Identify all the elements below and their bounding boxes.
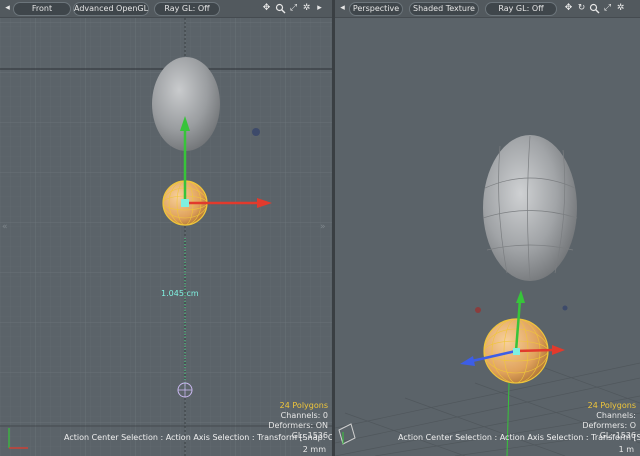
zoom-icon[interactable]: [275, 2, 286, 15]
perspective-viewport-toolbar: ◂ Perspective Shaded Texture Ray GL: Off…: [335, 0, 640, 18]
status-text: Action Center Selection : Action Axis Se…: [64, 433, 332, 442]
right-edge-arrow-icon: »: [320, 222, 326, 232]
left-edge-arrow-icon: «: [2, 222, 8, 232]
shading-mode-button[interactable]: Advanced OpenGL: [73, 2, 149, 16]
front-viewport[interactable]: ◂ Front Advanced OpenGL Ray GL: Off ✥ ⤢ …: [0, 0, 332, 456]
gear-icon[interactable]: ✲: [615, 2, 626, 15]
gear-icon[interactable]: ✲: [301, 2, 312, 15]
play-right-icon[interactable]: ▸: [314, 2, 325, 15]
front-grid: [0, 18, 332, 456]
distance-measure-label: 1.045 cm: [161, 289, 199, 298]
grid-scale-label: 1 m: [618, 445, 634, 454]
perspective-viewport[interactable]: ◂ Perspective Shaded Texture Ray GL: Off…: [335, 0, 640, 456]
grid-scale-label: 2 mm: [302, 445, 326, 454]
view-type-button[interactable]: Perspective: [349, 2, 403, 16]
menu-arrow-icon[interactable]: ◂: [2, 2, 13, 15]
egg-mesh-perspective[interactable]: [482, 135, 578, 281]
rotate-icon[interactable]: ↻: [576, 2, 587, 15]
axis-orientation-widget: [338, 423, 356, 445]
ray-gl-button[interactable]: Ray GL: Off: [485, 2, 557, 16]
fit-icon[interactable]: ⤢: [602, 2, 613, 15]
ray-gl-button[interactable]: Ray GL: Off: [154, 2, 220, 16]
status-text: Action Center Selection : Action Axis Se…: [398, 433, 640, 442]
pan-icon[interactable]: ✥: [261, 2, 272, 15]
zoom-icon[interactable]: [589, 2, 600, 15]
channels-count: Channels: 0: [280, 411, 328, 420]
view-type-button[interactable]: Front: [13, 2, 71, 16]
channels-count: Channels:: [596, 411, 636, 420]
deformers-status: Deformers: O: [582, 421, 636, 430]
polygon-count: 24 Polygons: [279, 401, 328, 410]
perspective-grid: [335, 135, 640, 456]
shading-mode-button[interactable]: Shaded Texture: [409, 2, 479, 16]
fit-icon[interactable]: ⤢: [288, 2, 299, 15]
front-viewport-toolbar: ◂ Front Advanced OpenGL Ray GL: Off ✥ ⤢ …: [0, 0, 332, 18]
menu-arrow-icon[interactable]: ◂: [337, 2, 348, 15]
polygon-count: 24 Polygons: [587, 401, 636, 410]
deformers-status: Deformers: ON: [268, 421, 328, 430]
pan-icon[interactable]: ✥: [563, 2, 574, 15]
